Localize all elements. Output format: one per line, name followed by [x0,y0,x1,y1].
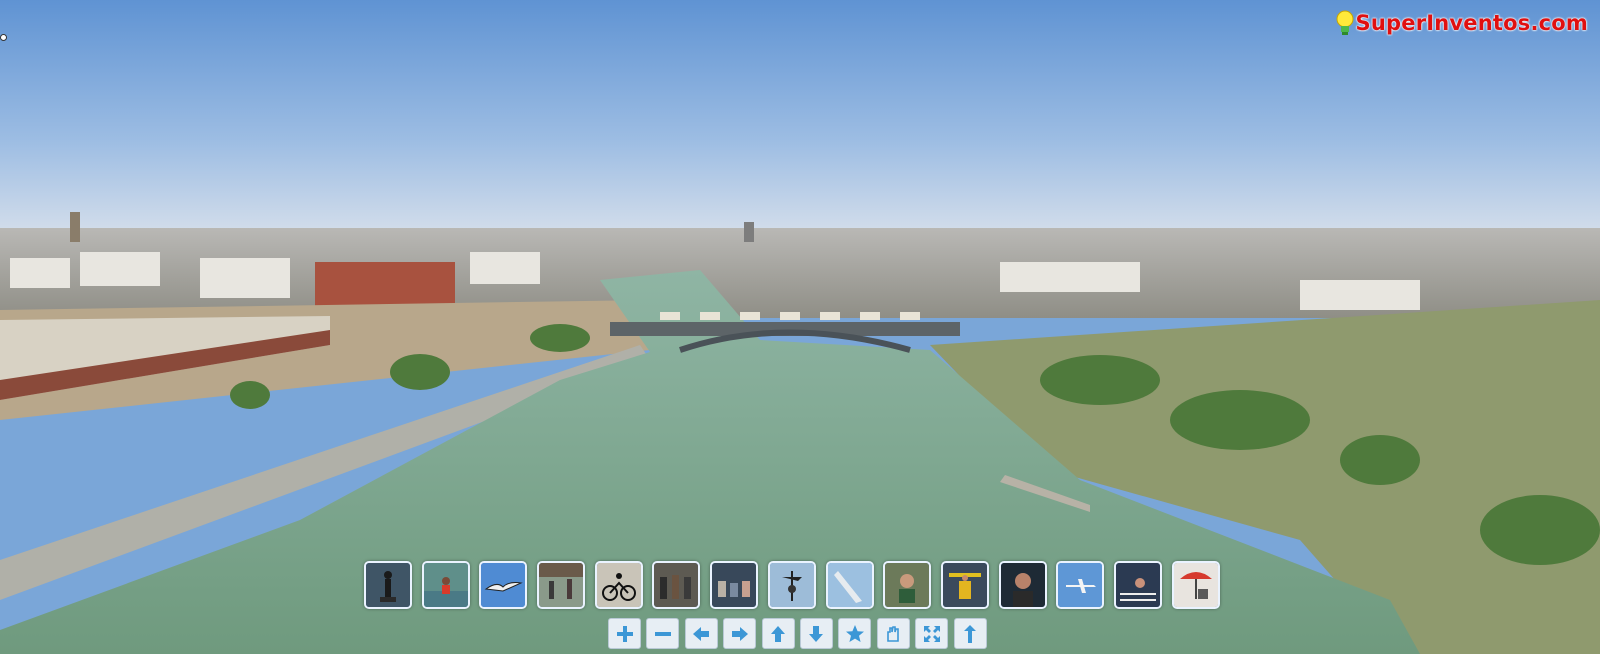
thumbnail-6[interactable] [652,561,701,609]
corner-marker-icon [0,34,7,41]
pan-up-button[interactable] [761,618,795,649]
pan-left-button[interactable] [684,618,718,649]
tower-icon [827,563,872,607]
thumbnail-3[interactable] [479,561,528,609]
people-walking-icon [539,563,584,607]
panorama-viewer[interactable]: SuperInventos.com [0,0,1600,654]
panorama-image[interactable] [0,0,1600,654]
thumbnail-14[interactable] [1113,561,1162,609]
thumbnail-2[interactable] [421,561,470,609]
thumbnail-15[interactable] [1171,561,1220,609]
info-button[interactable] [953,618,987,649]
hand-button[interactable] [876,618,910,649]
arrow-up-icon [771,625,786,642]
minus-icon [654,631,671,636]
man-portrait-icon [1000,563,1045,607]
navigation-controls [608,618,987,649]
thumbnail-10[interactable] [883,561,932,609]
person-camera-icon [885,563,930,607]
pan-right-button[interactable] [723,618,757,649]
thumbnail-7[interactable] [710,561,759,609]
thumbnail-strip [364,561,1220,609]
thumbnail-1[interactable] [364,561,412,609]
people-group-icon [654,563,699,607]
airplane-icon [1058,563,1103,607]
people-balcony-icon [1115,563,1160,607]
zoom-in-button[interactable] [608,618,641,649]
thumbnail-4[interactable] [537,561,586,609]
hand-icon [887,625,900,642]
seagull-icon [481,563,526,607]
worker-icon [942,563,987,607]
pan-down-button[interactable] [799,618,833,649]
lightbulb-icon [1336,10,1354,35]
star-icon [845,624,864,642]
zoom-out-button[interactable] [646,618,680,649]
thumbnail-12[interactable] [998,561,1047,609]
arrow-left-icon [693,626,710,641]
brand-logo[interactable]: SuperInventos.com [1336,10,1588,36]
thumbnail-13[interactable] [1056,561,1105,609]
thumbnail-9[interactable] [825,561,874,609]
brand-logo-text: SuperInventos.com [1355,11,1588,35]
arrow-right-icon [731,626,748,641]
thumbnail-5[interactable] [594,561,643,609]
cyclist-icon [596,563,641,607]
person-statue-icon [366,563,410,607]
info-icon [964,624,977,643]
fullscreen-button[interactable] [915,618,949,649]
arrow-down-icon [809,625,824,642]
people-bench-icon [712,563,757,607]
umbrella-icon [1173,563,1218,607]
swimmer-icon [423,563,468,607]
fullscreen-icon [923,625,940,642]
favorite-button[interactable] [838,618,872,649]
plus-icon [616,625,633,642]
weathervane-icon [769,563,814,607]
thumbnail-11[interactable] [940,561,989,609]
thumbnail-8[interactable] [767,561,816,609]
